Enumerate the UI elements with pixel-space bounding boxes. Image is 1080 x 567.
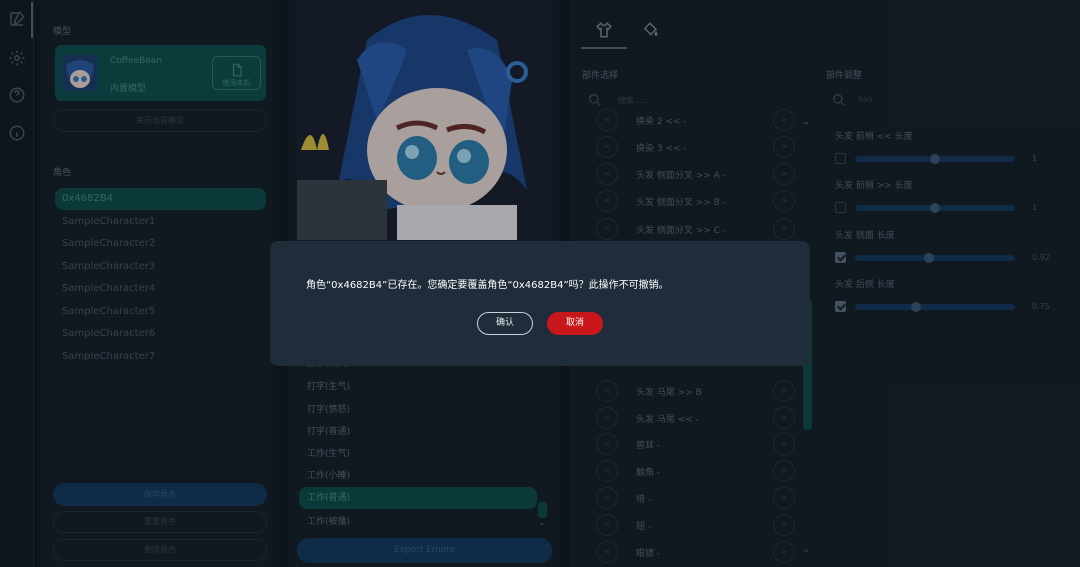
app-window: 模型 CoffeeBean 内置模型 使用本机 关闭当前模型 角色 0x4682…	[0, 0, 1080, 567]
confirm-button[interactable]: 确认	[477, 312, 533, 335]
dialog-message: 角色“0x4682B4”已存在。您确定要覆盖角色“0x4682B4”吗？此操作不…	[306, 280, 669, 291]
confirm-dialog: 角色“0x4682B4”已存在。您确定要覆盖角色“0x4682B4”吗？此操作不…	[270, 241, 810, 366]
cancel-button[interactable]: 取消	[547, 312, 603, 335]
